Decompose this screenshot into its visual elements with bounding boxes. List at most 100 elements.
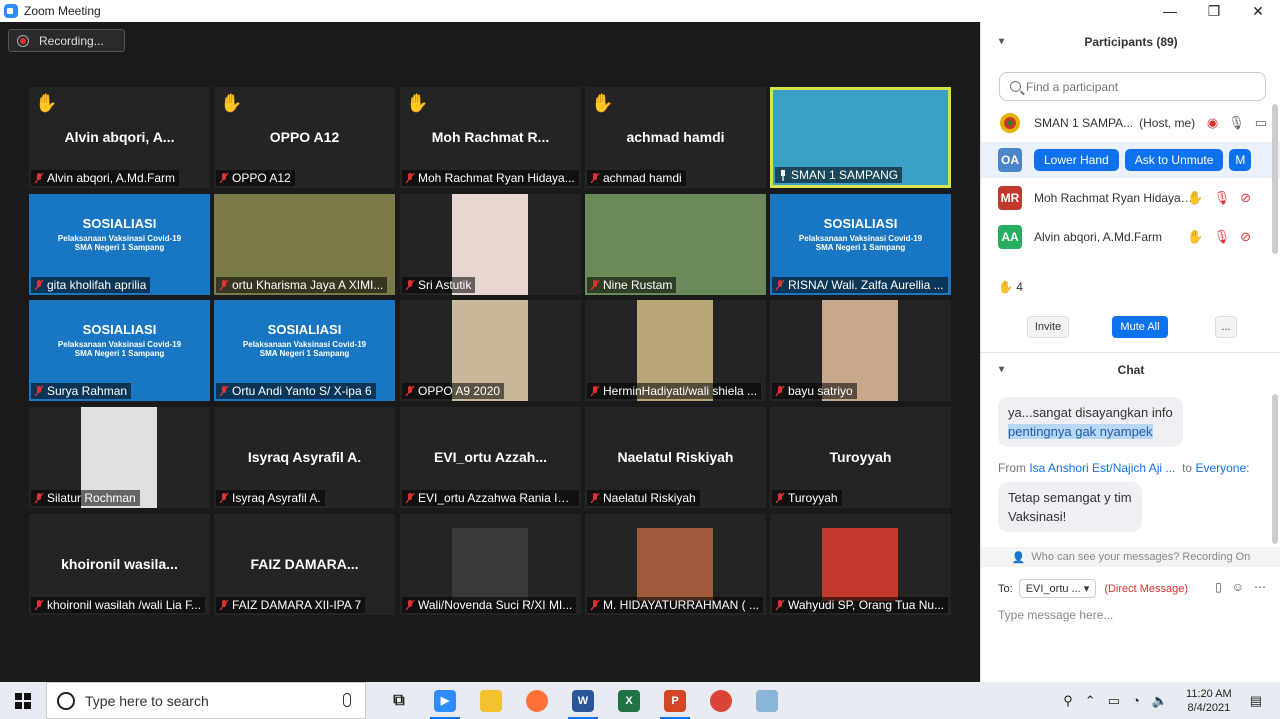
powerpoint-button[interactable]: P: [652, 682, 698, 719]
sender-name[interactable]: Isa Anshori Est/Najich Aji ...: [1029, 461, 1175, 475]
mic-muted-icon: [34, 279, 44, 291]
video-tile[interactable]: SOSIALIASI Pelaksanaan Vaksinasi Covid-19…: [214, 300, 395, 401]
participant-name-text: OPPO A9 2020: [418, 384, 501, 398]
video-gallery: Recording... ✋ Alvin abqori, A... Alvin ab…: [0, 22, 980, 682]
microphone-icon[interactable]: [343, 693, 351, 707]
chevron-up-icon[interactable]: ⌃: [1085, 693, 1096, 709]
invite-button[interactable]: Invite: [1027, 316, 1069, 338]
participant-role: (Host, me): [1139, 116, 1196, 130]
chevron-down-icon: ▾: [1083, 583, 1090, 595]
start-button[interactable]: [0, 682, 46, 719]
notification-icon[interactable]: ▤: [1250, 693, 1262, 709]
volume-icon[interactable]: 🔈: [1152, 693, 1168, 709]
video-tile[interactable]: SOSIALIASI Pelaksanaan Vaksinasi Covid-19…: [770, 194, 951, 295]
battery-icon[interactable]: ▭: [1108, 693, 1120, 709]
video-tile[interactable]: khoironil wasila... khoironil wasilah /wa…: [29, 514, 210, 615]
people-icon[interactable]: ⚲: [1063, 693, 1073, 709]
video-tile[interactable]: FAIZ DAMARA... FAIZ DAMARA XII-IPA 7: [214, 514, 395, 615]
video-tile[interactable]: ✋ Alvin abqori, A... Alvin abqori, A.Md.Fa…: [29, 87, 210, 188]
mute-all-button[interactable]: Mute All: [1112, 316, 1168, 338]
video-tile[interactable]: Wahyudi SP, Orang Tua Nu...: [770, 514, 951, 615]
word-button[interactable]: W: [560, 682, 606, 719]
participant-display-name: Isyraq Asyrafil A.: [247, 449, 362, 465]
video-tile[interactable]: ortu Kharisma Jaya A XIMI...: [214, 194, 395, 295]
participant-row-hovered[interactable]: OA Lower Hand Ask to Unmute M: [981, 142, 1280, 178]
participant-display-name: Turoyyah: [829, 449, 892, 465]
more-options-button[interactable]: M: [1229, 149, 1252, 171]
chat-sender-line: From Isa Anshori Est/Najich Aji ... to E…: [998, 461, 1249, 475]
video-tile[interactable]: Sri Astutik: [400, 194, 581, 295]
excel-button[interactable]: X: [606, 682, 652, 719]
chat-message-input[interactable]: Type message here...: [998, 608, 1113, 622]
file-icon[interactable]: ▯: [1215, 580, 1222, 594]
participant-name-text: RISNA/ Wali. Zalfa Aurellia ...: [788, 278, 944, 292]
participant-display-name: Alvin abqori, A...: [64, 129, 175, 145]
recipient-select[interactable]: EVI_ortu ... ▾: [1018, 579, 1097, 598]
video-tile[interactable]: ✋ achmad hamdi achmad hamdi: [585, 87, 766, 188]
more-icon[interactable]: ⋯: [1254, 580, 1266, 594]
task-view-button[interactable]: ⧉: [376, 682, 422, 719]
emoji-icon[interactable]: ☺: [1232, 580, 1244, 594]
mic-muted-icon: [405, 599, 415, 611]
participant-row[interactable]: MR Moh Rachmat Ryan Hidayat... ✋ 🎙 ⊘: [981, 180, 1280, 216]
chrome-button[interactable]: [698, 682, 744, 719]
participant-name-label: M. HIDAYATURRAHMAN ( ...: [587, 597, 763, 613]
maximize-button[interactable]: ❐: [1192, 0, 1236, 22]
clock-date: 8/4/2021: [1187, 701, 1231, 714]
video-tile[interactable]: SOSIALIASI Pelaksanaan Vaksinasi Covid-19…: [29, 194, 210, 295]
taskbar-search-input[interactable]: Type here to search: [46, 682, 366, 719]
participant-row[interactable]: AA Alvin abqori, A.Md.Farm ✋ 🎙 ⊘: [981, 219, 1280, 255]
video-tile[interactable]: bayu satriyo: [770, 300, 951, 401]
video-tile[interactable]: EVI_ortu Azzah... EVI_ortu Azzahwa Rania …: [400, 407, 581, 508]
participant-name-label: Silatur Rochman: [31, 490, 140, 506]
collapse-chevron-icon[interactable]: ▾: [999, 364, 1004, 375]
mic-muted-icon: [219, 385, 229, 397]
clock[interactable]: 11:20 AM 8/4/2021: [1186, 687, 1232, 715]
wifi-icon[interactable]: ◔: [1132, 693, 1140, 708]
close-button[interactable]: ✕: [1236, 0, 1280, 22]
mic-icon[interactable]: 🎙: [1228, 115, 1245, 131]
participant-video: [822, 528, 898, 601]
video-icon[interactable]: ▭: [1255, 115, 1267, 131]
participant-name-label: bayu satriyo: [772, 383, 857, 399]
participant-name-label: OPPO A12: [216, 170, 295, 186]
chat-title: Chat: [1117, 363, 1145, 377]
video-tile[interactable]: Naelatul Riskiyah Naelatul Riskiyah: [585, 407, 766, 508]
search-icon: [1010, 81, 1021, 92]
participant-name-text: Wahyudi SP, Orang Tua Nu...: [788, 598, 945, 612]
video-tile[interactable]: Wali/Novenda Suci R/XI MI...: [400, 514, 581, 615]
video-tile[interactable]: SMAN 1 SAMPANG: [770, 87, 951, 188]
video-tile[interactable]: ✋ Moh Rachmat R... Moh Rachmat Ryan Hidaya…: [400, 87, 581, 188]
participant-name-text: khoironil wasilah /wali Lia F...: [47, 598, 202, 612]
video-tile[interactable]: Isyraq Asyrafil A. Isyraq Asyrafil A.: [214, 407, 395, 508]
lower-hand-button[interactable]: Lower Hand: [1034, 149, 1119, 171]
video-tile[interactable]: OPPO A9 2020: [400, 300, 581, 401]
participant-name-text: Surya Rahman: [47, 384, 128, 398]
paint-button[interactable]: [744, 682, 790, 719]
chat-scrollbar[interactable]: [1272, 394, 1278, 544]
ask-to-unmute-button[interactable]: Ask to Unmute: [1124, 149, 1224, 171]
video-tile[interactable]: M. HIDAYATURRAHMAN ( ...: [585, 514, 766, 615]
raised-hand-icon: ✋: [998, 280, 1013, 294]
collapse-chevron-icon[interactable]: ▾: [999, 36, 1004, 47]
participant-name-label: Isyraq Asyrafil A.: [216, 490, 325, 506]
chat-privacy-notice[interactable]: 👤 Who can see your messages? Recording O…: [981, 547, 1280, 567]
zoom-taskbar-button[interactable]: ▶: [422, 682, 468, 719]
firefox-button[interactable]: [514, 682, 560, 719]
video-tile[interactable]: HerminHadiyati/wali shiela ...: [585, 300, 766, 401]
excel-icon: X: [618, 689, 640, 712]
participant-name-text: EVI_ortu Azzahwa Rania Ins...: [418, 491, 579, 505]
video-tile[interactable]: Turoyyah Turoyyah: [770, 407, 951, 508]
participant-row[interactable]: SMAN 1 SAMPA... (Host, me) ◉ 🎙 ▭: [981, 105, 1280, 141]
video-tile[interactable]: SOSIALIASI Pelaksanaan Vaksinasi Covid-19…: [29, 300, 210, 401]
minimize-button[interactable]: —: [1148, 0, 1192, 22]
recording-indicator[interactable]: Recording...: [8, 29, 125, 52]
video-tile[interactable]: ✋ OPPO A12 OPPO A12: [214, 87, 395, 188]
powerpoint-icon: P: [664, 689, 686, 712]
participant-search-input[interactable]: Find a participant: [999, 72, 1266, 101]
video-tile[interactable]: Silatur Rochman: [29, 407, 210, 508]
video-tile[interactable]: Nine Rustam: [585, 194, 766, 295]
more-button[interactable]: ...: [1215, 316, 1237, 338]
participants-scrollbar[interactable]: [1272, 104, 1278, 254]
file-explorer-button[interactable]: [468, 682, 514, 719]
